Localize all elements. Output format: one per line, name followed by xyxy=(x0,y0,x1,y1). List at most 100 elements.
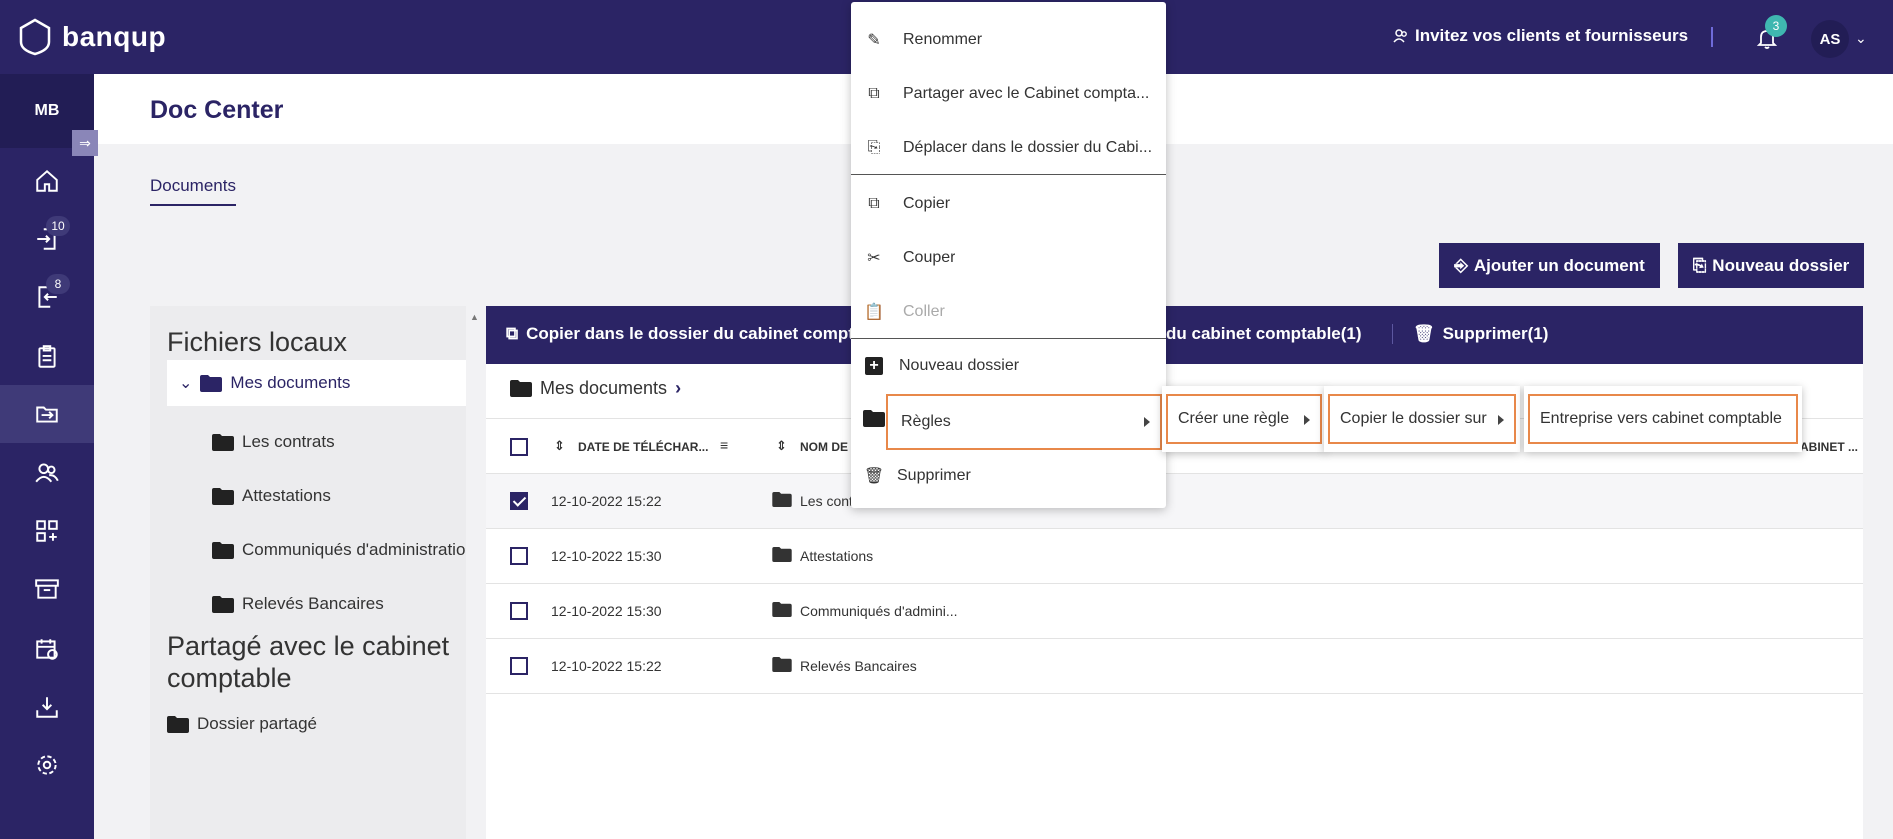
breadcrumb-item[interactable]: Mes documents xyxy=(540,378,667,399)
breadcrumb: Mes documents › xyxy=(510,378,681,399)
folder-icon xyxy=(510,380,532,397)
menu-item-rename[interactable]: ✎ Renommer xyxy=(851,18,1166,62)
copy-to-firm-action[interactable]: ⧉ Copier dans le dossier du cabinet comp… xyxy=(506,324,863,344)
folder-tree: Fichiers locaux ⌄ Mes documents Les cont… xyxy=(150,306,466,839)
menu-item-new-folder[interactable]: + Nouveau dossier xyxy=(851,344,1166,388)
folder-icon xyxy=(772,492,792,507)
folder-add-icon: ⎘ xyxy=(1692,255,1707,275)
tree-item-label: Communiqués d'administratio xyxy=(242,540,466,559)
move-to-firm-action[interactable]: du cabinet comptable(1) xyxy=(1166,324,1362,344)
row-name[interactable]: Relevés Bancaires xyxy=(800,658,917,674)
sidebar-item-doc-center[interactable] xyxy=(0,385,94,443)
column-header-name[interactable]: NOM DE xyxy=(800,440,848,454)
chevron-down-icon[interactable]: ⌄ xyxy=(179,373,192,393)
new-folder-label: Nouveau dossier xyxy=(1712,255,1850,275)
filter-icon[interactable]: ≡ xyxy=(720,437,728,453)
submenu-direction: Entreprise vers cabinet comptable xyxy=(1524,386,1802,452)
invite-label: Invitez vos clients et fournisseurs xyxy=(1415,26,1689,45)
row-checkbox[interactable] xyxy=(510,492,528,510)
sidebar-item-schedule[interactable] xyxy=(0,620,94,678)
tree-item-releves[interactable]: Relevés Bancaires xyxy=(212,594,384,614)
sidebar-item-contacts[interactable] xyxy=(0,443,94,501)
menu-item-delete[interactable]: 🗑 Supprimer xyxy=(851,454,1166,498)
menu-item-label: Supprimer xyxy=(897,467,971,484)
banqup-logo[interactable]: banqup xyxy=(18,18,166,56)
paste-icon: 📋 xyxy=(864,304,884,321)
trash-icon: 🗑 xyxy=(1413,324,1435,343)
table-row[interactable]: 12-10-2022 15:22 Relevés Bancaires xyxy=(486,639,1863,694)
folder-icon xyxy=(212,433,234,451)
sidebar-item-apps[interactable] xyxy=(0,502,94,560)
column-header-firm[interactable]: ABINET ... xyxy=(1800,440,1858,454)
home-icon xyxy=(36,169,58,192)
tree-item-les-contrats[interactable]: Les contrats xyxy=(212,432,335,452)
row-name[interactable]: Attestations xyxy=(800,548,873,564)
sidebar-item-download[interactable] xyxy=(0,678,94,736)
avatar[interactable]: AS xyxy=(1811,20,1849,58)
menu-item-cut[interactable]: ✂ Couper xyxy=(851,236,1166,280)
select-all-checkbox[interactable] xyxy=(510,438,528,456)
invite-button[interactable]: Invitez vos clients et fournisseurs xyxy=(1393,26,1688,46)
divider xyxy=(1711,27,1713,47)
caret-right-icon xyxy=(1498,415,1504,425)
sidebar-item-home[interactable] xyxy=(0,152,94,210)
folder-icon xyxy=(200,374,223,392)
sidebar-item-settings[interactable] xyxy=(0,736,94,794)
expand-sidebar-icon[interactable]: ⇒ xyxy=(72,130,98,156)
sidebar-item-incoming[interactable]: 10 xyxy=(0,210,94,268)
column-header-date[interactable]: DATE DE TÉLÉCHAR... xyxy=(578,440,708,454)
row-date: 12-10-2022 15:30 xyxy=(551,603,662,619)
tree-item-mes-documents[interactable]: ⌄ Mes documents xyxy=(167,360,466,406)
folder-icon xyxy=(772,657,792,672)
tree-item-label: Relevés Bancaires xyxy=(242,594,384,613)
calendar-sync-icon xyxy=(36,639,58,660)
sidebar-item-tasks[interactable] xyxy=(0,328,94,386)
tree-item-dossier-partage[interactable]: Dossier partagé xyxy=(167,714,317,734)
file-add-icon: ⎆ xyxy=(1454,255,1468,275)
chevron-right-icon: › xyxy=(675,378,682,398)
row-checkbox[interactable] xyxy=(510,657,528,675)
copy-icon: ⧉ xyxy=(506,324,519,343)
menu-item-label: Coller xyxy=(903,303,945,320)
row-name[interactable]: Communiqués d'admini... xyxy=(800,603,958,619)
sort-icon[interactable]: ⇕ xyxy=(554,438,565,454)
table-row[interactable]: 12-10-2022 15:22 Les cont xyxy=(486,474,1863,529)
add-document-button[interactable]: ⎆ Ajouter un document xyxy=(1439,243,1660,288)
row-checkbox[interactable] xyxy=(510,602,528,620)
delete-action[interactable]: 🗑 Supprimer(1) xyxy=(1392,324,1548,344)
doc-center-icon xyxy=(36,406,58,423)
tree-item-label: Les contrats xyxy=(242,432,335,451)
row-checkbox[interactable] xyxy=(510,547,528,565)
submenu-create-rule: Créer une règle xyxy=(1162,386,1326,452)
menu-item-create-rule[interactable]: Créer une règle xyxy=(1166,394,1322,444)
menu-item-share[interactable]: ⧉ Partager avec le Cabinet compta... xyxy=(851,72,1166,116)
menu-item-rules[interactable]: Règles xyxy=(886,394,1162,450)
new-folder-button[interactable]: ⎘ Nouveau dossier xyxy=(1678,243,1864,288)
sort-icon[interactable]: ⇕ xyxy=(776,438,787,454)
menu-item-company-to-firm[interactable]: Entreprise vers cabinet comptable xyxy=(1528,394,1798,444)
tab-documents[interactable]: Documents xyxy=(150,176,236,196)
row-date: 12-10-2022 15:22 xyxy=(551,493,662,509)
menu-item-label: Partager avec le Cabinet compta... xyxy=(903,85,1150,102)
tab-underline xyxy=(150,204,236,206)
scroll-up-icon[interactable]: ▲ xyxy=(470,312,479,322)
apps-icon xyxy=(36,520,58,542)
menu-item-copy-folder-to[interactable]: Copier le dossier sur xyxy=(1328,394,1516,444)
menu-item-paste: 📋 Coller xyxy=(851,290,1166,334)
row-date: 12-10-2022 15:22 xyxy=(551,658,662,674)
caret-right-icon xyxy=(1304,415,1310,425)
row-name[interactable]: Les cont xyxy=(800,493,853,509)
sidebar-item-outgoing[interactable]: 8 xyxy=(0,268,94,326)
plus-square-icon: + xyxy=(865,357,883,375)
tree-item-attestations[interactable]: Attestations xyxy=(212,486,331,506)
chevron-down-icon[interactable]: ⌄ xyxy=(1855,30,1867,47)
submenu-copy-folder: Copier le dossier sur xyxy=(1324,386,1520,452)
menu-item-label: Copier le dossier sur xyxy=(1340,410,1487,427)
tree-item-communiques[interactable]: Communiqués d'administratio xyxy=(212,540,466,560)
local-files-heading: Fichiers locaux xyxy=(167,327,348,357)
table-row[interactable]: 12-10-2022 15:30 Communiqués d'admini... xyxy=(486,584,1863,639)
menu-item-move[interactable]: ⎘ Déplacer dans le dossier du Cabi... xyxy=(851,126,1166,170)
sidebar-item-archive[interactable] xyxy=(0,560,94,618)
table-row[interactable]: 12-10-2022 15:30 Attestations xyxy=(486,529,1863,584)
menu-item-copy[interactable]: ⧉ Copier xyxy=(851,182,1166,226)
